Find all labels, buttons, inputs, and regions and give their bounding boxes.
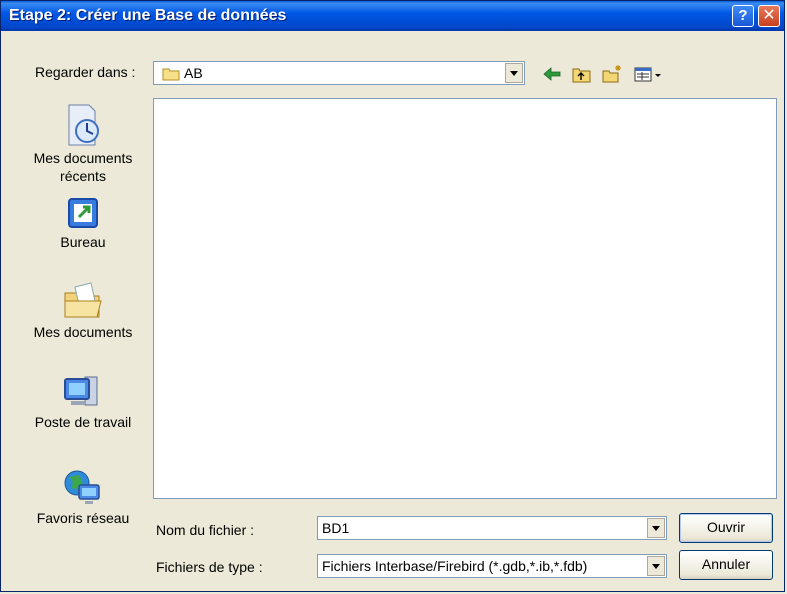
close-button[interactable]: ✕ [758, 5, 780, 27]
save-dialog: Etape 2: Créer une Base de données ? ✕ R… [0, 0, 785, 592]
place-my-computer[interactable]: Poste de travail [23, 371, 143, 431]
chevron-down-icon[interactable] [647, 518, 665, 538]
new-folder-icon[interactable] [601, 64, 623, 84]
chevron-down-icon[interactable] [647, 556, 665, 576]
place-desktop[interactable]: Bureau [23, 193, 143, 251]
my-documents-icon [64, 282, 102, 318]
place-my-documents[interactable]: Mes documents [23, 279, 143, 341]
title-bar[interactable]: Etape 2: Créer une Base de données ? ✕ [1, 1, 784, 31]
open-button[interactable]: Ouvrir [679, 513, 773, 543]
file-name-input[interactable]: BD1 [317, 516, 667, 540]
place-label: Favoris réseau [36, 510, 130, 526]
look-in-label: Regarder dans : [35, 64, 136, 80]
place-recent-documents[interactable]: Mes documents récents [23, 101, 143, 185]
chevron-down-icon[interactable] [505, 63, 523, 83]
place-label: Poste de travail [34, 414, 132, 430]
network-places-icon [64, 470, 100, 504]
help-button[interactable]: ? [732, 5, 754, 27]
place-label: Mes documents [33, 324, 133, 340]
window-title: Etape 2: Créer une Base de données [9, 7, 287, 24]
my-computer-icon [64, 376, 98, 406]
file-name-value: BD1 [322, 520, 350, 536]
file-type-label: Fichiers de type : [156, 559, 263, 575]
place-network-places[interactable]: Favoris réseau [23, 467, 143, 527]
back-arrow-icon[interactable] [541, 64, 563, 84]
look-in-dropdown[interactable]: AB [153, 61, 525, 85]
folder-icon [162, 68, 180, 81]
place-label: Bureau [60, 234, 106, 250]
up-folder-icon[interactable] [571, 64, 593, 84]
file-name-label: Nom du fichier : [156, 522, 255, 538]
file-list[interactable] [153, 98, 777, 499]
cancel-button[interactable]: Annuler [679, 550, 773, 580]
place-label: Mes documents récents [33, 150, 133, 184]
recent-documents-icon [68, 104, 99, 146]
desktop-icon [68, 198, 98, 228]
file-type-value: Fichiers Interbase/Firebird (*.gdb,*.ib,… [322, 558, 588, 574]
file-type-dropdown[interactable]: Fichiers Interbase/Firebird (*.gdb,*.ib,… [317, 554, 667, 578]
look-in-value: AB [184, 65, 203, 81]
view-menu-icon[interactable] [633, 64, 663, 84]
